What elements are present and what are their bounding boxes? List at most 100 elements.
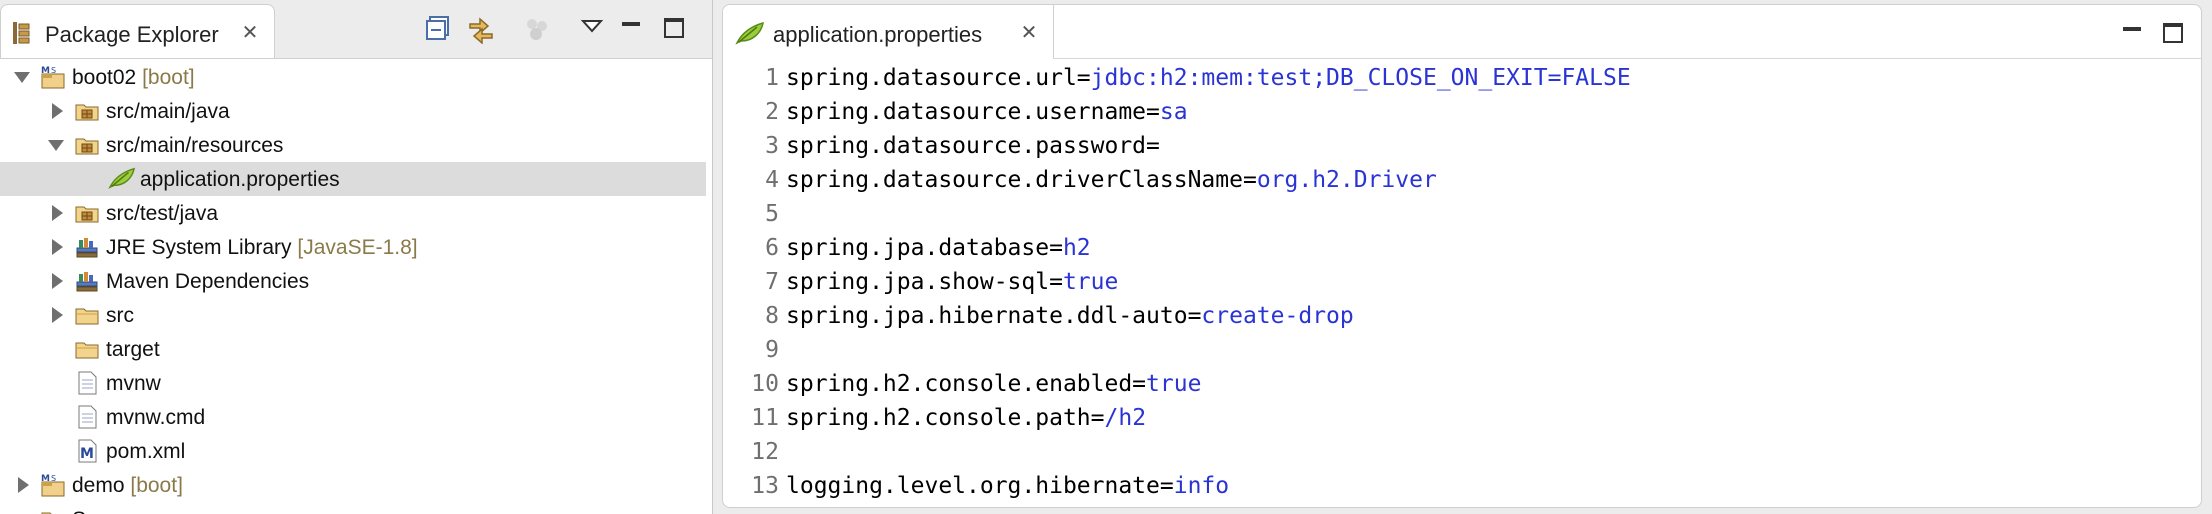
collapsed-twisty-icon[interactable] <box>52 205 63 221</box>
editor-area: application.properties ✕ 1 spring.datasou… <box>722 0 2212 514</box>
package-explorer-toolbar: Package Explorer ✕ <box>0 0 712 59</box>
code-line: 12 <box>723 437 2201 471</box>
file-icon <box>74 370 100 396</box>
collapsed-twisty-icon[interactable] <box>18 477 29 493</box>
svg-text:S: S <box>51 66 56 75</box>
folder-icon <box>74 302 100 328</box>
tree-item[interactable]: Maven Dependencies <box>0 264 712 298</box>
tree-item[interactable]: target <box>0 332 712 366</box>
line-number: 11 <box>751 405 779 431</box>
svg-text:M: M <box>41 66 50 76</box>
close-icon[interactable]: ✕ <box>241 23 259 43</box>
line-number: 7 <box>765 269 779 295</box>
line-number: 3 <box>765 133 779 159</box>
library-icon <box>74 234 100 260</box>
collapsed-twisty-icon[interactable] <box>52 307 63 323</box>
focus-on-active-task-icon[interactable] <box>522 14 552 44</box>
maven-project-icon: MS <box>40 472 66 498</box>
package-explorer-tab[interactable]: Package Explorer ✕ <box>0 4 275 58</box>
file-icon <box>74 404 100 430</box>
property-key: logging.level.org.hibernate=info <box>786 473 1230 499</box>
tree-item-label: src/main/java <box>106 100 230 123</box>
line-number: 5 <box>765 201 779 227</box>
tree-item-decoration: [boot] <box>136 66 195 89</box>
source-folder-icon <box>74 132 100 158</box>
property-value: sa <box>1159 99 1188 125</box>
package-explorer-icon <box>11 21 33 45</box>
expanded-twisty-icon[interactable] <box>48 140 64 151</box>
folder-icon <box>74 336 100 362</box>
tree-item[interactable]: src/main/java <box>0 94 712 128</box>
property-value: create-drop <box>1201 303 1354 329</box>
tree-item-label: JRE System Library [JavaSE-1.8] <box>106 236 418 259</box>
tree-item-label: Maven Dependencies <box>106 270 310 293</box>
tree-item-decoration: [boot] <box>124 474 183 497</box>
property-key: spring.jpa.show-sql=true <box>786 269 1119 295</box>
property-key: spring.jpa.hibernate.ddl-auto=create-dro… <box>786 303 1354 329</box>
link-with-editor-icon[interactable] <box>466 14 496 45</box>
tree-item[interactable]: src/main/resources <box>0 128 712 162</box>
tree-item[interactable]: mvnw <box>0 366 712 400</box>
collapsed-twisty-icon[interactable] <box>52 273 63 289</box>
line-number: 12 <box>751 439 779 465</box>
folder-icon <box>40 506 66 514</box>
tree-item[interactable]: JRE System Library [JavaSE-1.8] <box>0 230 712 264</box>
properties-editor: application.properties ✕ 1 spring.datasou… <box>722 4 2202 508</box>
line-number: 8 <box>765 303 779 329</box>
code-line: 11 spring.h2.console.path=/h2 <box>723 403 2201 437</box>
properties-file-icon <box>108 166 136 192</box>
line-number: 1 <box>765 65 779 91</box>
tree-item[interactable]: src/test/java <box>0 196 712 230</box>
tree-item-label: boot02 [boot] <box>72 66 195 89</box>
code-line: 1 spring.datasource.url=jdbc:h2:mem:test;… <box>723 63 2201 97</box>
tree-item[interactable]: src <box>0 298 712 332</box>
tree-item-label: src/main/resources <box>106 134 284 157</box>
properties-file-icon <box>735 21 765 45</box>
tree-item-label: target <box>106 338 160 361</box>
tree-item[interactable]: M Sboot02 [boot] <box>0 60 712 94</box>
view-menu-icon[interactable] <box>580 18 610 48</box>
package-explorer-view: Package Explorer ✕ M S boot02 [boot] src… <box>0 0 713 514</box>
tree-item-label: Servers <box>72 508 144 514</box>
code-line: 3 spring.datasource.password= <box>723 131 2201 165</box>
minimize-icon[interactable] <box>622 22 640 26</box>
editor-tab-title: application.properties <box>773 22 983 47</box>
collapsed-twisty-icon[interactable] <box>52 239 63 255</box>
svg-text:S: S <box>51 474 56 483</box>
maximize-icon[interactable] <box>664 18 684 38</box>
property-key: spring.datasource.password= <box>786 133 1160 159</box>
collapse-all-icon[interactable] <box>424 14 454 44</box>
property-key: spring.h2.console.path=/h2 <box>786 405 1147 431</box>
svg-text:M: M <box>41 474 50 484</box>
tree-item[interactable]: mvnw.cmd <box>0 400 712 434</box>
code-line: 6 spring.jpa.database=h2 <box>723 233 2201 267</box>
tree-item[interactable]: Servers <box>0 502 712 514</box>
tree-item-label: src/test/java <box>106 202 219 225</box>
maximize-icon[interactable] <box>2163 23 2183 43</box>
collapsed-twisty-icon[interactable] <box>52 103 63 119</box>
property-key: spring.datasource.username=sa <box>786 99 1188 125</box>
code-line: 8 spring.jpa.hibernate.ddl-auto=create-dr… <box>723 301 2201 335</box>
source-folder-icon <box>74 98 100 124</box>
expanded-twisty-icon[interactable] <box>14 72 30 83</box>
tree-item-label: mvnw <box>106 372 161 395</box>
maven-pom-icon: M <box>74 438 100 464</box>
code-line: 13 logging.level.org.hibernate=info <box>723 471 2201 505</box>
tree-item[interactable]: Mpom.xml <box>0 434 712 468</box>
tree-item[interactable]: application.properties <box>0 162 706 196</box>
minimize-icon[interactable] <box>2123 27 2141 31</box>
line-number: 6 <box>765 235 779 261</box>
library-icon <box>74 268 100 294</box>
editor-tab-application-properties[interactable]: application.properties ✕ <box>723 5 1054 59</box>
property-value: /h2 <box>1104 405 1147 431</box>
line-number: 4 <box>765 167 779 193</box>
code-line: 9 <box>723 335 2201 369</box>
property-key: spring.datasource.url=jdbc:h2:mem:test;D… <box>786 65 1631 91</box>
tree-item-label: demo [boot] <box>72 474 183 497</box>
maven-project-icon: MS <box>40 64 66 90</box>
source-folder-icon <box>74 200 100 226</box>
close-icon[interactable]: ✕ <box>1020 23 1038 43</box>
property-key: spring.h2.console.enabled=true <box>786 371 1202 397</box>
property-value: jdbc:h2:mem:test;DB_CLOSE_ON_EXIT=FALSE <box>1090 65 1631 91</box>
tree-item[interactable]: M Sdemo [boot] <box>0 468 712 502</box>
